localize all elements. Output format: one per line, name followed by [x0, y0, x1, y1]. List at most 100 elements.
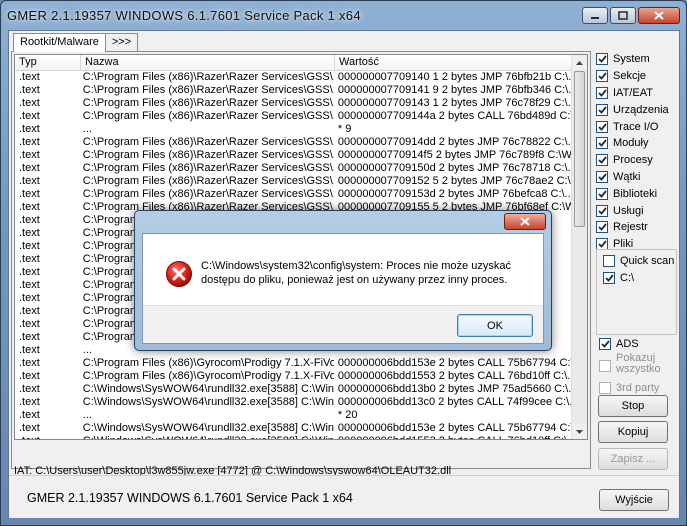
- dialog-close-button[interactable]: [504, 213, 546, 230]
- files-group: Quick scan C:\: [596, 249, 677, 335]
- table-row[interactable]: .text C:\Program Files (x86)\Razer\Razer …: [15, 84, 573, 97]
- cell-name: C:\Program Files (x86)\Razer\Razer Servi…: [82, 188, 334, 200]
- copy-button[interactable]: Kopiuj: [598, 421, 668, 443]
- option-checkbox-sekcje[interactable]: Sekcje: [596, 68, 678, 85]
- checkmark-icon: [597, 240, 607, 248]
- option-checkbox-urz-dzenia[interactable]: Urządzenia: [596, 101, 678, 118]
- cell-value: 00000000770914f5 2 bytes JMP 76c789f8 C:…: [337, 149, 573, 161]
- cell-value: 000000007709140 1 2 bytes JMP 76bfb21b C…: [337, 71, 573, 83]
- checkbox-box: [596, 70, 608, 83]
- cell-name: C:\Windows\SysWOW64\rundll32.exe[3588] C…: [82, 383, 334, 395]
- checkmark-icon: [597, 139, 607, 148]
- cell-type: .text: [19, 344, 40, 356]
- option-checkbox-procesy[interactable]: Procesy: [596, 152, 678, 169]
- column-header-type[interactable]: Typ: [15, 55, 81, 70]
- option-checkbox-system[interactable]: System: [596, 51, 678, 68]
- cell-type: .text: [19, 84, 40, 96]
- column-header-value[interactable]: Wartość: [335, 55, 575, 70]
- cell-name: C:\Program Files (x86)\Razer\Razer Servi…: [82, 175, 334, 187]
- column-header-name[interactable]: Nazwa: [81, 55, 335, 70]
- cell-value: 00000000770914dd 2 bytes JMP 76c78822 C:…: [337, 136, 573, 148]
- table-row[interactable]: .textC:\Windows\SysWOW64\rundll32.exe[35…: [15, 422, 573, 435]
- arrow-up-icon: [576, 60, 583, 65]
- checkbox-box: [599, 338, 611, 351]
- checkbox-box: [596, 86, 608, 99]
- cell-type: .text: [19, 123, 40, 135]
- cell-type: .text: [19, 97, 40, 109]
- close-button[interactable]: [638, 7, 680, 24]
- table-row[interactable]: .text C:\Program Files (x86)\Razer\Razer …: [15, 71, 573, 84]
- table-row[interactable]: .text C:\Program Files (x86)\Gyrocom\Prod…: [15, 370, 573, 383]
- quick-scan-checkbox[interactable]: Quick scan: [603, 253, 676, 270]
- ok-button[interactable]: OK: [457, 314, 533, 337]
- table-row[interactable]: .text... * 20: [15, 409, 573, 422]
- option-label: Trace I/O: [613, 120, 659, 133]
- table-row[interactable]: .text C:\Program Files (x86)\Razer\Razer …: [15, 175, 573, 188]
- tab-rootkit-malware[interactable]: Rootkit/Malware: [13, 33, 106, 52]
- option-checkbox-trace-i-o[interactable]: Trace I/O: [596, 118, 678, 135]
- cell-name: C:\Program Files (x86)\Razer\Razer Servi…: [82, 84, 334, 96]
- cell-type: .text: [19, 292, 40, 304]
- stop-button[interactable]: Stop: [598, 395, 668, 417]
- cell-type: .text: [19, 110, 40, 122]
- minimize-button[interactable]: [582, 7, 608, 24]
- option-checkbox-rejestr[interactable]: Rejestr: [596, 219, 678, 236]
- cell-type: .text: [19, 253, 40, 265]
- exit-button[interactable]: Wyjście: [599, 489, 669, 511]
- window-title: GMER 2.1.19357 WINDOWS 6.1.7601 Service …: [7, 7, 361, 23]
- option-label: Wątki: [613, 170, 641, 183]
- footer-title: GMER 2.1.19357 WINDOWS 6.1.7601 Service …: [27, 491, 353, 505]
- cell-type: .text: [19, 214, 40, 226]
- checkbox-box: [599, 359, 611, 372]
- checkmark-icon: [597, 223, 607, 232]
- cell-name: C:\Program Files (x86)\Razer\Razer Servi…: [82, 136, 334, 148]
- option-checkbox-modu-y[interactable]: Moduły: [596, 135, 678, 152]
- dialog-message: C:\Windows\system32\config\system: Proce…: [201, 260, 511, 286]
- dialog-content: C:\Windows\system32\config\system: Proce…: [142, 233, 544, 344]
- checkbox-box: [596, 103, 608, 116]
- scan-options-panel: System Sekcje IAT/EAT Urządzenia Trace I/O Mo…: [596, 51, 678, 253]
- cell-value: 000000006bdd13c0 2 bytes CALL 74f99cee C…: [337, 396, 573, 408]
- maximize-button[interactable]: [610, 7, 636, 24]
- scroll-up-button[interactable]: [572, 55, 587, 70]
- option-checkbox-iat-eat[interactable]: IAT/EAT: [596, 85, 678, 102]
- vertical-scrollbar[interactable]: [571, 55, 587, 439]
- title-bar[interactable]: GMER 2.1.19357 WINDOWS 6.1.7601 Service …: [1, 1, 686, 29]
- checkmark-icon: [597, 173, 607, 181]
- drive-c-checkbox[interactable]: C:\: [603, 270, 676, 287]
- table-row[interactable]: .textC:\Windows\SysWOW64\rundll32.exe[35…: [15, 396, 573, 409]
- cell-type: .text: [19, 201, 40, 213]
- extra-options: ADS Pokazuj wszystko 3rd party: [599, 336, 679, 397]
- checkbox-box: [596, 187, 608, 200]
- option-checkbox-w-tki[interactable]: Wątki: [596, 169, 678, 186]
- table-row[interactable]: .text C:\Program Files (x86)\Gyrocom\Prod…: [15, 357, 573, 370]
- cell-type: .text: [19, 266, 40, 278]
- cell-type: .text: [19, 305, 40, 317]
- table-row[interactable]: .textC:\Windows\SysWOW64\rundll32.exe[35…: [15, 383, 573, 396]
- close-icon: [520, 217, 530, 226]
- table-row[interactable]: .text... * 9: [15, 123, 573, 136]
- table-row[interactable]: .text C:\Program Files (x86)\Razer\Razer …: [15, 149, 573, 162]
- cell-type: .text: [19, 279, 40, 291]
- option-label: IAT/EAT: [613, 86, 653, 99]
- checkmark-icon: [597, 72, 607, 81]
- cell-value: 000000006bdd153e 2 bytes CALL 75b67794 C…: [337, 422, 573, 434]
- checkbox-box: [596, 221, 608, 234]
- table-row[interactable]: .text C:\Program Files (x86)\Razer\Razer …: [15, 110, 573, 123]
- table-row[interactable]: .textC:\Windows\SysWOW64\rundll32.exe[35…: [15, 435, 573, 439]
- option-checkbox-us-ugi[interactable]: Usługi: [596, 202, 678, 219]
- scroll-thumb[interactable]: [574, 71, 585, 227]
- cell-type: .text: [19, 227, 40, 239]
- tab-more[interactable]: >>>: [104, 33, 139, 51]
- table-row[interactable]: .text C:\Program Files (x86)\Razer\Razer …: [15, 162, 573, 175]
- table-row[interactable]: .text C:\Program Files (x86)\Razer\Razer …: [15, 97, 573, 110]
- scroll-down-button[interactable]: [572, 424, 587, 439]
- cell-type: .text: [19, 162, 40, 174]
- option-label: Sekcje: [613, 70, 647, 83]
- cell-name: C:\Program Files (x86)\Razer\Razer Servi…: [82, 110, 334, 122]
- table-row[interactable]: .text C:\Program Files (x86)\Razer\Razer …: [15, 136, 573, 149]
- ads-checkbox[interactable]: ADS: [599, 336, 679, 353]
- option-checkbox-biblioteki[interactable]: Biblioteki: [596, 185, 678, 202]
- table-row[interactable]: .text C:\Program Files (x86)\Razer\Razer …: [15, 188, 573, 201]
- cell-value: 000000007709153d 2 bytes JMP 76befca8 C:…: [337, 188, 573, 200]
